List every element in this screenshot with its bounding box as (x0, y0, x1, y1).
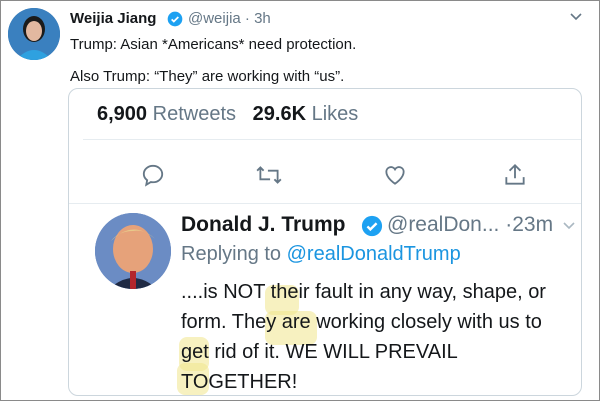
verified-icon (361, 215, 383, 242)
tweet-text-line: Trump: Asian *Americans* need protection… (70, 36, 357, 53)
author-handle[interactable]: @weijia · 3h (188, 10, 271, 27)
replying-to: Replying to @realDonaldTrump (181, 243, 461, 266)
handle-text: @realDon... (387, 213, 500, 236)
timestamp[interactable]: · 3h (245, 10, 271, 27)
divider (83, 139, 581, 140)
avatar[interactable] (8, 8, 60, 60)
retweet-label: Retweets (152, 103, 236, 125)
chevron-down-icon[interactable] (568, 8, 584, 29)
retweet-count: 6,900 (97, 103, 148, 125)
author-name[interactable]: Weijia Jiang (70, 10, 156, 27)
retweet-icon (253, 159, 285, 191)
like-count: 29.6K (252, 103, 307, 125)
like-icon (379, 159, 411, 191)
author-name: Donald J. Trump (181, 213, 346, 236)
replying-prefix: Replying to (181, 243, 282, 265)
share-icon (499, 159, 531, 191)
reply-icon (137, 159, 169, 191)
handle-text[interactable]: @weijia (188, 10, 241, 27)
avatar (95, 213, 171, 289)
tweet-text: ....is NOT their fault in any way, shape… (181, 281, 546, 393)
replying-handle: @realDonaldTrump (286, 243, 461, 265)
tweet-text-line: Also Trump: “They” are working with “us”… (70, 68, 345, 85)
chevron-down-icon (561, 217, 577, 238)
timestamp: ·23m (505, 213, 554, 236)
verified-icon (167, 11, 183, 32)
embedded-tweet-card: 6,900 Retweets 29.6K Likes Donald J. Tru… (68, 88, 582, 396)
divider (69, 203, 581, 204)
author-handle: @realDon... ·23m (387, 213, 553, 237)
like-label: Likes (311, 103, 359, 125)
engagement-stats: 6,900 Retweets 29.6K Likes (97, 103, 358, 126)
